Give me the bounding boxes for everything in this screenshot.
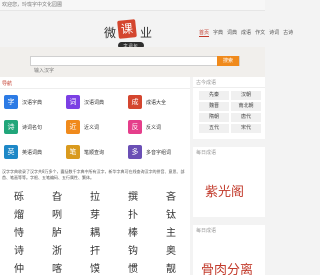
character-link[interactable]: 奥 [152,240,190,258]
poetry-icon: 诗 [4,120,18,134]
card-title: 每日成语 [196,228,217,234]
tool-label: 多音字组词 [146,149,172,156]
tool-item[interactable]: 笔 笔顺查询 [66,141,124,163]
era-tag[interactable]: 隋朝 [199,113,229,122]
character-link[interactable]: 恃 [0,222,38,240]
character-link[interactable]: 浙 [38,240,76,258]
tool-item[interactable]: 反 反义词 [128,116,186,138]
character-link[interactable]: 扞 [76,240,114,258]
character-link[interactable]: 旮 [38,186,76,204]
nav-item-chengyu[interactable]: 成语 [241,29,251,36]
divider [0,88,190,89]
nav-item-zuowen[interactable]: 作文 [255,29,265,36]
daily-idiom[interactable]: 紫光阁 [205,181,244,200]
idiom-icon: 成 [128,95,142,109]
tool-item[interactable]: 近 近义词 [66,116,124,138]
character-link[interactable]: 耦 [76,222,114,240]
tool-item[interactable]: 成 成语大全 [128,91,186,113]
intro-text: 汉字字典收录了汉字共8万多个，囊括数千字典中所有汉字，新华字典可在线查询汉字的拼… [2,169,185,180]
character-link[interactable]: 诗 [0,240,38,258]
daily-idiom-card-2: 每日成语 骨肉分离 [193,225,265,275]
character-link[interactable]: 主 [152,222,190,240]
tool-label: 笔顺查询 [84,149,105,156]
character-link[interactable]: 拉 [76,186,114,204]
search-button[interactable]: 搜索 [217,56,239,66]
search-box: 搜索 [30,56,240,75]
character-link[interactable]: 扑 [114,204,152,222]
logo-char-2: 课 [117,19,137,39]
tool-label: 汉语词典 [84,99,105,106]
stroke-order-icon: 笔 [66,145,80,159]
era-tag[interactable]: 先秦 [199,91,229,100]
section-title: 导航 [2,81,13,87]
polyphone-icon: 多 [128,145,142,159]
synonym-icon: 近 [66,120,80,134]
era-tag[interactable]: 宋代 [231,124,261,133]
tool-item[interactable]: 词 汉语词典 [66,91,124,113]
logo-char-3: 业 [140,26,153,40]
nav-item-cidian[interactable]: 词典 [227,29,237,36]
card-title: 每日成语 [196,150,217,156]
welcome-text: 欢迎您，玲珑字中文化园圃 [2,2,63,8]
nav-item-shici[interactable]: 诗词 [269,29,279,36]
character-link[interactable]: 吝 [152,186,190,204]
character-link[interactable]: 砾 [0,186,38,204]
tools-grid: 字 汉语字典 词 汉语词典 成 成语大全 诗 诗词名句 近 近义词 反 反义词 … [4,91,186,165]
character-link[interactable]: 熘 [0,204,38,222]
divider [193,87,265,88]
tool-label: 近义词 [84,124,100,131]
word-dictionary-icon: 词 [66,95,80,109]
era-card: 古今成语 先秦 汉朝 魏晋 南北朝 隋朝 唐代 五代 宋代 [193,77,265,139]
character-link[interactable]: 喀 [38,258,76,275]
character-link[interactable]: 撰 [114,186,152,204]
character-link[interactable]: 仲 [0,258,38,275]
character-link[interactable]: 靓 [152,258,190,275]
top-bar: 欢迎您，玲珑字中文化园圃 [0,0,265,11]
header: 微 课 业 字词句 首页 字典 词典 成语 作文 诗词 古诗 [0,11,293,49]
sidebar: 古今成语 先秦 汉朝 魏晋 南北朝 隋朝 唐代 五代 宋代 每日成语 紫光阁 每… [193,77,265,275]
main-nav: 首页 字典 词典 成语 作文 诗词 古诗 [199,29,297,37]
tool-label: 英语词典 [22,149,43,156]
main-content: 导航 字 汉语字典 词 汉语词典 成 成语大全 诗 诗词名句 近 近义词 反 反… [0,77,190,275]
english-dictionary-icon: 英 [4,145,18,159]
tool-item[interactable]: 多 多音字组词 [128,141,186,163]
logo-char-1: 微 [104,26,117,40]
search-section: 搜索 [0,47,265,77]
card-title: 古今成语 [196,80,217,86]
character-link[interactable]: 胪 [38,222,76,240]
nav-item-zidian[interactable]: 字典 [213,29,223,36]
era-tag[interactable]: 魏晋 [199,102,229,111]
tool-label: 诗词名句 [22,124,43,131]
character-link[interactable]: 棒 [114,222,152,240]
character-link[interactable]: 钛 [152,204,190,222]
character-link[interactable]: 馍 [76,258,114,275]
character-link[interactable]: 芽 [76,204,114,222]
era-tag[interactable]: 五代 [199,124,229,133]
dictionary-icon: 字 [4,95,18,109]
antonym-icon: 反 [128,120,142,134]
search-input[interactable] [31,67,211,75]
character-link[interactable]: 咧 [38,204,76,222]
character-link[interactable]: 钩 [114,240,152,258]
nav-item-gushi[interactable]: 古诗 [283,29,293,36]
tool-label: 反义词 [146,124,162,131]
daily-idiom[interactable]: 骨肉分离 [201,259,253,275]
character-link[interactable]: 惯 [114,258,152,275]
tool-label: 成语大全 [146,99,167,106]
nav-item-home[interactable]: 首页 [199,29,210,37]
tool-item[interactable]: 诗 诗词名句 [4,116,62,138]
tool-item[interactable]: 英 英语词典 [4,141,62,163]
tool-label: 汉语字典 [22,99,43,106]
era-tag[interactable]: 南北朝 [231,102,261,111]
era-tag[interactable]: 汉朝 [231,91,261,100]
character-grid: 砾 旮 拉 撰 吝 熘 咧 芽 扑 钛 恃 胪 耦 棒 主 诗 浙 扞 钩 奥 … [0,186,190,275]
tool-item[interactable]: 字 汉语字典 [4,91,62,113]
era-tag[interactable]: 唐代 [231,113,261,122]
daily-idiom-card: 每日成语 紫光阁 [193,147,265,217]
